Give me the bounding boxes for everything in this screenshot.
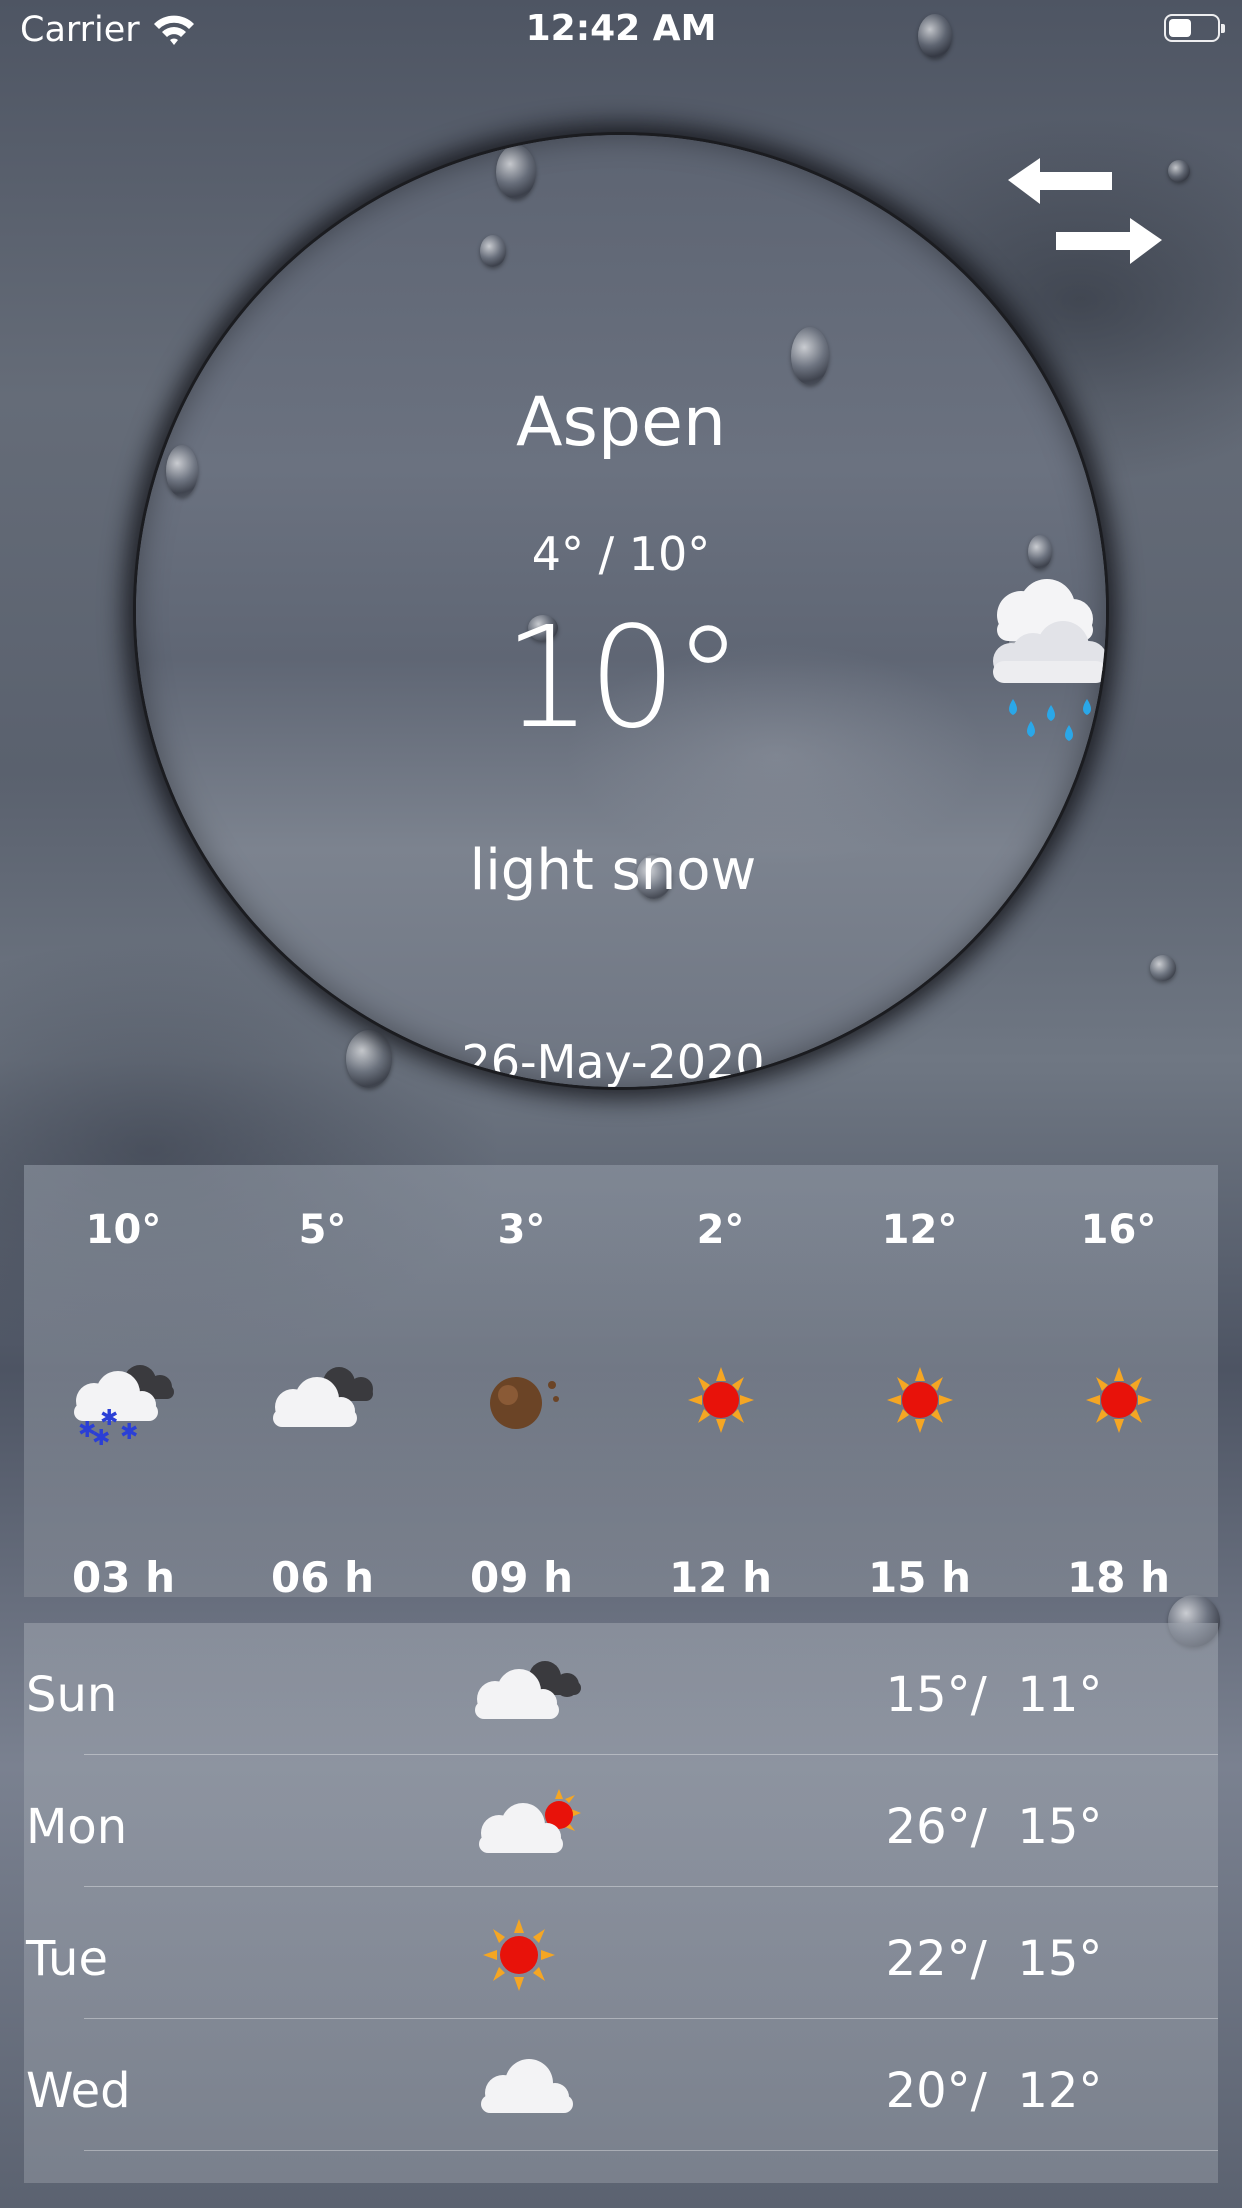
hourly-temp: 12° [881, 1207, 958, 1253]
city-name: Aspen [515, 383, 727, 462]
cloudy-icon [273, 1367, 373, 1427]
hourly-item[interactable]: 10° ✱ ✱ ✱ ✱ 03 h [24, 1165, 223, 1602]
hourly-item[interactable]: 5° 06 h [223, 1165, 422, 1602]
status-time: 12:42 AM [525, 8, 717, 49]
hourly-temp: 16° [1080, 1207, 1157, 1253]
daily-row[interactable]: Tue 22°/ 15° [24, 1887, 1218, 2019]
day-name: Mon [26, 1799, 128, 1855]
sun-icon [483, 1919, 555, 1991]
hourly-time: 06 h [271, 1553, 374, 1602]
hourly-time: 09 h [470, 1553, 573, 1602]
row-divider [84, 2150, 1218, 2151]
rain-drop [480, 235, 506, 267]
battery-icon [1164, 14, 1225, 42]
hourly-item[interactable]: 2° 12 h [621, 1165, 820, 1602]
current-weather-circle: Aspen 4° / 10° 10° light snow 26-May-202… [136, 135, 1106, 1087]
condition-label: light snow [469, 838, 757, 903]
temp-range: 4° / 10° [531, 527, 711, 581]
rain-drop [1168, 160, 1190, 182]
hourly-time: 03 h [72, 1553, 175, 1602]
hourly-temp: 10° [85, 1207, 162, 1253]
date-label: 26-May-2020 [461, 1035, 765, 1087]
rain-drop [1150, 955, 1176, 981]
hourly-item[interactable]: 16° 18 h [1019, 1165, 1218, 1602]
rain-drop [791, 327, 829, 385]
hourly-item[interactable]: 3° 09 h [422, 1165, 621, 1602]
day-name: Sun [26, 1667, 118, 1723]
svg-text:✱: ✱ [92, 1426, 110, 1445]
hourly-time: 15 h [868, 1553, 971, 1602]
hourly-time: 18 h [1067, 1553, 1170, 1602]
snow-cloud-icon: ✱ ✱✱✱ [74, 1365, 174, 1445]
hourly-temp: 2° [696, 1207, 745, 1253]
hourly-time: 12 h [669, 1553, 772, 1602]
rain-drop [496, 145, 536, 199]
hourly-item[interactable]: 12° 15 h [820, 1165, 1019, 1602]
swap-arrows-button[interactable] [1000, 150, 1170, 270]
sun-icon [887, 1367, 953, 1433]
day-temp-range: 22°/ 15° [885, 1931, 1103, 1987]
day-temp-range: 26°/ 15° [885, 1799, 1103, 1855]
day-name: Wed [26, 2063, 131, 2119]
sun-icon [1086, 1367, 1152, 1433]
daily-row[interactable]: Mon 26°/ 15° [24, 1755, 1218, 1887]
svg-text:✱: ✱ [120, 1420, 138, 1445]
day-name: Tue [26, 1931, 108, 1987]
cloudy-icon [475, 1661, 581, 1719]
status-bar: Carrier 12:42 AM [0, 0, 1242, 62]
hourly-temp: 3° [497, 1207, 546, 1253]
cloud-icon [481, 2059, 573, 2113]
daily-row[interactable]: Wed 20°/ 12° [24, 2019, 1218, 2151]
partly-sunny-icon [479, 1789, 581, 1853]
hourly-temp: 5° [298, 1207, 347, 1253]
day-temp-range: 20°/ 12° [885, 2063, 1103, 2119]
sun-icon [688, 1367, 754, 1433]
daily-row[interactable]: Sun 15°/ 11° [24, 1623, 1218, 1755]
cloud-rain-icon [993, 579, 1106, 741]
meteor-icon [490, 1377, 559, 1429]
current-temperature: 10° [502, 597, 743, 760]
hourly-forecast-panel: 10° ✱✱✱✱ 03 h 5° 06 h 3° 09 h 2° 12 h [24, 1165, 1218, 1602]
day-temp-range: 15°/ 11° [885, 1667, 1103, 1723]
daily-forecast-list[interactable]: Sun 15°/ 11° Mon 26°/ 15° Tue 22°/ 15° W… [24, 1623, 1218, 2183]
